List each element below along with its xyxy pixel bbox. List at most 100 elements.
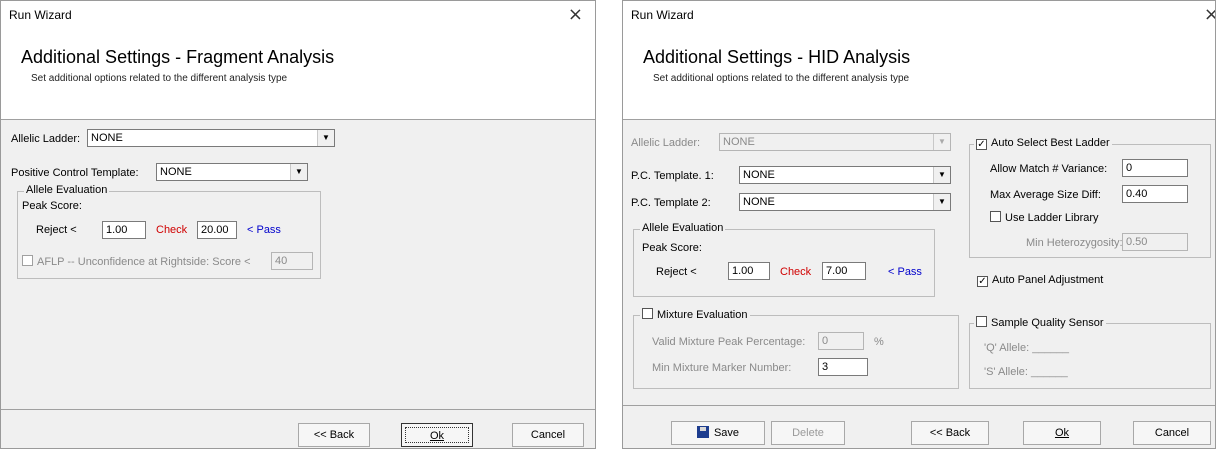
use-ladder-library-checkbox[interactable]: [990, 211, 1001, 222]
auto-select-ladder-checkbox[interactable]: ✓: [976, 139, 987, 150]
footer-divider: [623, 405, 1215, 406]
peak-score-label: Peak Score:: [642, 242, 702, 254]
peak-score-label: Peak Score:: [22, 200, 82, 212]
allelic-ladder-value: NONE: [723, 136, 755, 148]
auto-select-ladder-label: Auto Select Best Ladder: [991, 137, 1110, 149]
auto-panel-row[interactable]: ✓ Auto Panel Adjustment: [977, 274, 1103, 287]
save-button-label: Save: [713, 427, 740, 439]
allelic-ladder-label: Allelic Ladder:: [11, 133, 81, 145]
back-button-label: << Back: [929, 427, 971, 439]
pc1-value: NONE: [743, 169, 775, 181]
pc-template-select[interactable]: NONE ▼: [156, 163, 308, 181]
max-average-input[interactable]: 0.40: [1122, 185, 1188, 203]
sample-quality-label: Sample Quality Sensor: [991, 317, 1104, 329]
check-input[interactable]: 20.00: [197, 221, 237, 239]
delete-button[interactable]: Delete: [771, 421, 845, 445]
q-allele-text: 'Q' Allele:: [984, 342, 1030, 354]
allele-evaluation-legend: Allele Evaluation: [640, 222, 726, 234]
check-label: Check: [156, 224, 188, 236]
chevron-down-icon: ▼: [317, 130, 334, 146]
mixture-evaluation-label: Mixture Evaluation: [657, 309, 748, 321]
page-title: Additional Settings - Fragment Analysis: [21, 47, 335, 67]
chevron-down-icon: ▼: [933, 194, 950, 210]
fragment-analysis-window: Run Wizard × Additional Settings - Fragm…: [0, 0, 596, 449]
pc-template-value: NONE: [160, 166, 192, 178]
window-title: Run Wizard: [631, 8, 694, 22]
max-average-label: Max Average Size Diff:: [990, 189, 1101, 201]
reject-label: Reject <: [36, 224, 77, 236]
valid-mixture-input[interactable]: 0: [818, 332, 864, 350]
title-bar: Run Wizard ×: [1, 1, 595, 29]
cancel-button-label: Cancel: [1154, 427, 1190, 439]
ok-button[interactable]: Ok: [1023, 421, 1101, 445]
wizard-header: Additional Settings - Fragment Analysis …: [1, 29, 595, 120]
save-button[interactable]: Save: [671, 421, 765, 445]
min-heterozygosity-input[interactable]: 0.50: [1122, 233, 1188, 251]
auto-select-ladder-legend[interactable]: ✓ Auto Select Best Ladder: [974, 137, 1112, 150]
s-allele-text: 'S' Allele:: [984, 366, 1028, 378]
chevron-down-icon: ▼: [290, 164, 307, 180]
back-button-label: << Back: [313, 429, 355, 441]
pc1-select[interactable]: NONE ▼: [739, 166, 951, 184]
check-input[interactable]: 7.00: [822, 262, 866, 280]
allow-match-label: Allow Match # Variance:: [990, 163, 1108, 175]
ok-button-focus: Ok: [405, 427, 469, 443]
mixture-evaluation-legend[interactable]: Mixture Evaluation: [640, 308, 750, 321]
window-title: Run Wizard: [9, 8, 72, 22]
valid-mixture-label: Valid Mixture Peak Percentage:: [652, 336, 806, 348]
pc-template-label: Positive Control Template:: [11, 167, 139, 179]
percent-sign: %: [874, 336, 884, 348]
auto-panel-label: Auto Panel Adjustment: [992, 274, 1104, 286]
save-icon: [696, 426, 709, 438]
close-icon[interactable]: ×: [568, 4, 583, 25]
reject-input[interactable]: 1.00: [728, 262, 770, 280]
pc2-select[interactable]: NONE ▼: [739, 193, 951, 211]
use-ladder-library-row[interactable]: Use Ladder Library: [990, 211, 1099, 224]
reject-input[interactable]: 1.00: [102, 221, 146, 239]
aflp-label: AFLP -- Unconfidence at Rightside: Score…: [37, 256, 251, 268]
allele-evaluation-legend: Allele Evaluation: [24, 184, 110, 196]
check-label: Check: [780, 266, 812, 278]
aflp-checkbox[interactable]: [22, 255, 33, 266]
allelic-ladder-select[interactable]: NONE ▼: [87, 129, 335, 147]
auto-panel-checkbox[interactable]: ✓: [977, 276, 988, 287]
allelic-ladder-label: Allelic Ladder:: [631, 137, 701, 149]
mixture-evaluation-group: Mixture Evaluation Valid Mixture Peak Pe…: [633, 308, 959, 389]
cancel-button-label: Cancel: [530, 429, 566, 441]
page-title: Additional Settings - HID Analysis: [643, 47, 911, 67]
aflp-score-input[interactable]: 40: [271, 252, 313, 270]
mixture-evaluation-checkbox[interactable]: [642, 308, 653, 319]
auto-select-ladder-group: ✓ Auto Select Best Ladder Allow Match # V…: [969, 137, 1211, 258]
cancel-button[interactable]: Cancel: [512, 423, 584, 447]
page-subtitle: Set additional options related to the di…: [653, 73, 910, 84]
q-allele-label: 'Q' Allele: ______: [984, 342, 1069, 354]
back-button[interactable]: << Back: [298, 423, 370, 447]
aflp-checkbox-row[interactable]: AFLP -- Unconfidence at Rightside: Score…: [22, 255, 251, 268]
pc2-label: P.C. Template 2:: [631, 197, 711, 209]
pass-label: < Pass: [888, 266, 922, 278]
back-button[interactable]: << Back: [911, 421, 989, 445]
sample-quality-checkbox[interactable]: [976, 316, 987, 327]
close-icon[interactable]: ×: [1204, 4, 1215, 25]
allow-match-input[interactable]: 0: [1122, 159, 1188, 177]
delete-button-label: Delete: [792, 427, 824, 439]
ok-button-label: Ok: [429, 430, 445, 442]
min-mixture-label: Min Mixture Marker Number:: [652, 362, 792, 374]
ok-button-label: Ok: [1054, 427, 1070, 439]
footer-divider: [1, 409, 595, 410]
allelic-ladder-select[interactable]: NONE ▼: [719, 133, 951, 151]
chevron-down-icon: ▼: [933, 167, 950, 183]
sample-quality-group: Sample Quality Sensor 'Q' Allele: ______…: [969, 316, 1211, 389]
cancel-button[interactable]: Cancel: [1133, 421, 1211, 445]
chevron-down-icon: ▼: [933, 134, 950, 150]
pc2-value: NONE: [743, 196, 775, 208]
sample-quality-legend[interactable]: Sample Quality Sensor: [974, 316, 1106, 329]
reject-label: Reject <: [656, 266, 697, 278]
page-subtitle: Set additional options related to the di…: [31, 73, 288, 84]
allele-evaluation-group: Allele Evaluation Peak Score: Reject < 1…: [633, 222, 935, 297]
wizard-header: Additional Settings - HID Analysis Set a…: [623, 29, 1215, 120]
use-ladder-library-label: Use Ladder Library: [1005, 212, 1099, 224]
pass-label: < Pass: [247, 224, 281, 236]
ok-button[interactable]: Ok: [401, 423, 473, 447]
min-mixture-input[interactable]: 3: [818, 358, 868, 376]
